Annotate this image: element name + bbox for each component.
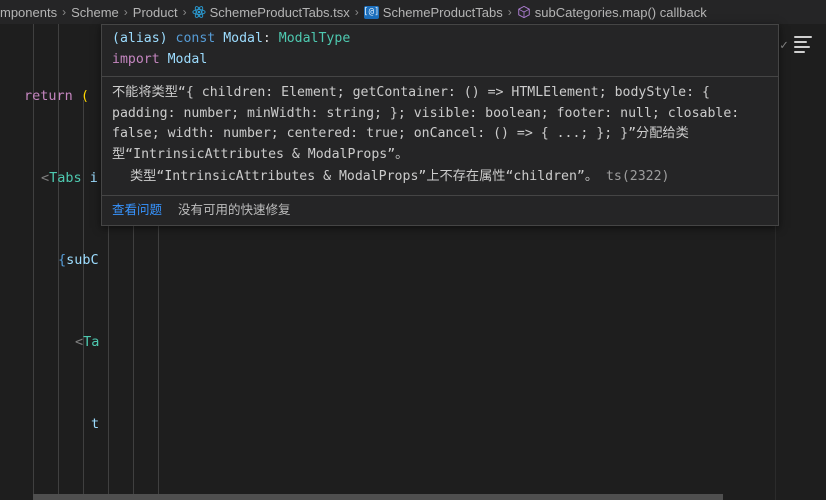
breadcrumb-label: Product (132, 4, 178, 20)
breadcrumb: mponents › Scheme › Product › SchemeProd… (0, 0, 826, 24)
tooltip-alias: (alias) (112, 31, 168, 46)
tooltip-import-keyword: import (112, 51, 160, 67)
tooltip-import-name: Modal (167, 51, 208, 67)
breadcrumb-label: SchemeProductTabs.tsx (209, 4, 350, 20)
view-problem-link[interactable]: 查看问题 (112, 200, 162, 221)
breadcrumb-item-components[interactable]: mponents (0, 5, 57, 20)
token-paren: ( (80, 87, 90, 104)
tooltip-const-keyword: const (175, 31, 216, 46)
tooltip-colon: : (262, 31, 271, 46)
breadcrumb-label: Scheme (71, 4, 119, 20)
checkmark-icon: ✓ (780, 38, 788, 53)
breadcrumb-separator: › (507, 5, 512, 19)
tooltip-actions: 查看问题 没有可用的快速修复 (102, 194, 778, 226)
scrollbar-thumb[interactable] (33, 494, 723, 500)
tooltip-error-line-2: 类型“IntrinsicAttributes & ModalProps”上不存在… (130, 169, 599, 184)
token-attr-partial: t (91, 415, 100, 432)
breadcrumb-separator: › (62, 5, 67, 19)
token-keyword-return: return (24, 87, 73, 104)
breadcrumb-item-file[interactable]: SchemeProductTabs.tsx (192, 5, 350, 20)
tooltip-signature: (alias) const Modal: ModalType import Mo… (102, 25, 778, 74)
tooltip-error-line-1: 不能将类型“{ children: Element; getContainer:… (112, 85, 740, 162)
breadcrumb-item-scheme[interactable]: Scheme (71, 5, 119, 20)
breadcrumb-item-product[interactable]: Product (133, 5, 178, 20)
horizontal-scrollbar[interactable] (0, 494, 826, 500)
breadcrumb-separator: › (123, 5, 128, 19)
code-line: {subC (58, 251, 99, 268)
bracket-at-icon: [@] (363, 5, 380, 19)
breadcrumb-item-symbol-component[interactable]: [@] SchemeProductTabs (363, 4, 503, 20)
token-attr-partial: i (89, 169, 98, 186)
tooltip-type-name: ModalType (278, 31, 351, 46)
cube-icon (517, 5, 531, 19)
tooltip-error-line-2-wrap: 类型“IntrinsicAttributes & ModalProps”上不存在… (112, 167, 768, 188)
breadcrumb-label: mponents (0, 4, 58, 20)
code-line: t (0, 414, 826, 435)
code-line: <Ta (75, 333, 100, 350)
minimap-overlay[interactable]: ✓ (776, 24, 826, 500)
breadcrumb-label: subCategories.map() callback (534, 4, 707, 20)
react-icon (192, 5, 206, 19)
breadcrumb-item-symbol-callback[interactable]: subCategories.map() callback (517, 5, 707, 20)
breadcrumb-label: SchemeProductTabs (382, 4, 503, 20)
tooltip-symbol-name: Modal (223, 31, 263, 46)
hover-tooltip[interactable]: (alias) const Modal: ModalType import Mo… (101, 24, 779, 226)
tooltip-message: 不能将类型“{ children: Element; getContainer:… (102, 77, 778, 195)
no-quickfix-label: 没有可用的快速修复 (178, 202, 291, 217)
breadcrumb-separator: › (182, 5, 187, 19)
tooltip-error-code: ts(2322) (605, 169, 670, 184)
breadcrumb-separator: › (354, 5, 359, 19)
lines-icon (794, 36, 812, 56)
